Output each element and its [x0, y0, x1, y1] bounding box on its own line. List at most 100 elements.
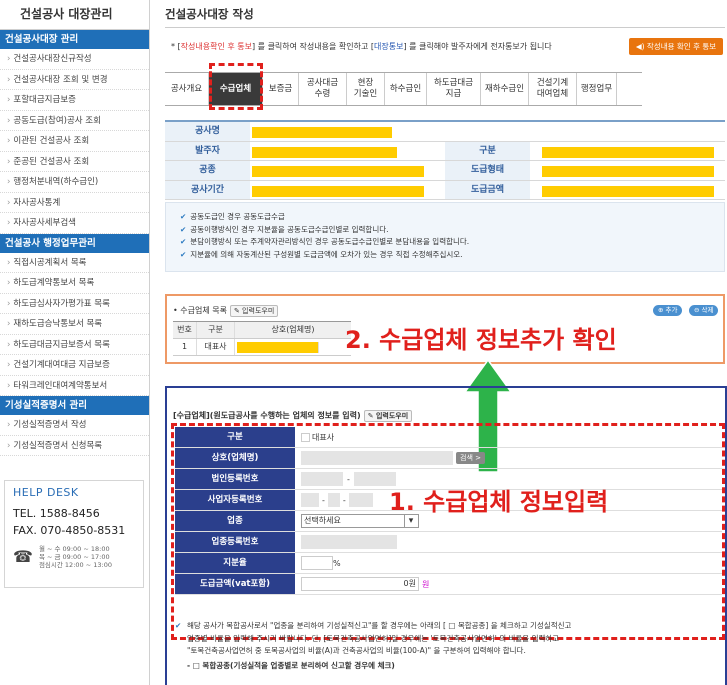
- sidebar-item[interactable]: 포할대금지급보증: [0, 90, 149, 111]
- sidebar: 건설공사 대장관리 건설공사대장 관리건설공사대장신규작성건설공사대장 조회 및…: [0, 0, 150, 685]
- sidebar-item[interactable]: 준공된 건설공사 조회: [0, 152, 149, 172]
- input-helper-button[interactable]: ✎ 입력도우미: [229, 305, 279, 317]
- sidebar-title: 건설공사 대장관리: [0, 0, 149, 30]
- redacted-value: [542, 146, 714, 158]
- summary-row: 공사기간 도급금액: [165, 180, 725, 200]
- redacted-value: [237, 342, 319, 353]
- company-table: 번호 구분 상호(업체명) 1 대표사: [173, 321, 351, 356]
- instr-mid: ] 를 클릭하여 작성내용을 확인하고 [: [252, 42, 374, 51]
- value-project-name: [250, 122, 725, 141]
- tab-4[interactable]: 현장 기술인: [347, 73, 385, 105]
- form-highlight-box: [171, 423, 725, 640]
- help-fax: FAX. 070-4850-8531: [13, 524, 126, 537]
- title-divider: [165, 27, 725, 28]
- sidebar-item[interactable]: 자사공사세부검색: [0, 213, 149, 234]
- confirm-notify-button[interactable]: ◀) 작성내용 확인 후 통보: [629, 38, 723, 55]
- annotation-step2: 2. 수급업체 정보추가 확인: [345, 326, 617, 354]
- value-subcontract-type: [530, 161, 725, 180]
- help-hours-line: 목 ~ 금 09:00 ~ 17:00: [38, 553, 110, 561]
- tab-2[interactable]: 보증금: [263, 73, 299, 105]
- sidebar-item[interactable]: 건설기계대여대금 지급보증: [0, 355, 149, 376]
- sidebar-item[interactable]: 건설공사대장신규작성: [0, 49, 149, 70]
- tab-7[interactable]: 재하수급인: [481, 73, 529, 105]
- summary-row: 공종 도급형태: [165, 161, 725, 181]
- form-helper-button[interactable]: ✎ 입력도우미: [363, 410, 413, 422]
- sidebar-item[interactable]: 건설공사대장 조회 및 변경: [0, 70, 149, 90]
- sidebar-item[interactable]: 재하도급승낙통보서 목록: [0, 314, 149, 335]
- tab-0[interactable]: 공사개요: [165, 73, 209, 105]
- instr-suffix: ] 를 클릭해야 발주자에게 전자통보가 됩니다: [403, 42, 552, 51]
- check-icon: ✔: [180, 212, 187, 221]
- sidebar-menu: 건설공사대장 관리건설공사대장신규작성건설공사대장 조회 및 변경포할대금지급보…: [0, 30, 149, 456]
- composite-work-checkbox[interactable]: - □ 복합공종(기성실적을 업종별로 분리하여 신고할 경우에 체크): [187, 660, 707, 673]
- note-text: 업종별 비율을 입력해 주시기 바랍니다. 단, [토목건축공사업면허]일 경우…: [187, 633, 560, 643]
- label-period: 공사기간: [165, 180, 250, 199]
- sidebar-item[interactable]: 공동도급(참여)공사 조회: [0, 111, 149, 131]
- sidebar-item[interactable]: 이관된 건설공사 조회: [0, 131, 149, 152]
- composite-note: ✔ 해당 공사가 복합공사로서 "업종을 분리하여 기성실적신고"를 할 경우에…: [175, 620, 707, 673]
- phone-icon: ☎: [13, 547, 33, 566]
- note-text: 분담이행방식 또는 주계약자관리방식인 경우 공동도급수급인별로 분담내용을 입…: [190, 237, 470, 246]
- tab-9[interactable]: 행정업무: [577, 73, 617, 105]
- note-line: ✔ 공동도급인 경우 공동도급수급: [180, 211, 724, 224]
- table-header: 번호 구분 상호(업체명): [173, 322, 351, 339]
- sidebar-item[interactable]: 하도급계약통보서 목록: [0, 273, 149, 294]
- help-hours-line: 점심시간 12:00 ~ 13:00: [38, 561, 112, 569]
- redacted-value: [252, 146, 397, 158]
- check-icon: ✔: [180, 237, 187, 246]
- sidebar-item[interactable]: 직접시공계획서 목록: [0, 253, 149, 273]
- note-text: 지분율에 의해 자동계산된 구성원별 도급금액에 오차가 있는 경우 직접 수정…: [190, 249, 463, 259]
- company-list-label: • 수급업체 목록 ✎ 입력도우미: [173, 305, 279, 317]
- note-text: 공동도급인 경우 공동도급수급: [190, 212, 285, 221]
- sidebar-section[interactable]: 건설공사 행정업무관리: [0, 233, 149, 253]
- sidebar-item[interactable]: 타워크레인대여계약통보서: [0, 376, 149, 396]
- label-work-type: 공종: [165, 161, 250, 180]
- sidebar-item[interactable]: 하도급심사자가평가표 목록: [0, 294, 149, 314]
- delete-company-button[interactable]: ⊖ 삭제: [689, 305, 719, 316]
- sidebar-item[interactable]: 기성실적증명서 작성: [0, 415, 149, 436]
- help-desk: HELP DESK TEL. 1588-8456 FAX. 070-4850-8…: [4, 480, 144, 588]
- form-title: [수급업체](원도급공사를 수행하는 업체의 정보를 입력) ✎ 입력도우미: [173, 410, 413, 422]
- tab-6[interactable]: 하도급대금 지급: [427, 73, 481, 105]
- redacted-value: [542, 166, 714, 177]
- value-client: [250, 142, 445, 161]
- app-root: 건설공사 대장관리 건설공사대장 관리건설공사대장신규작성건설공사대장 조회 및…: [0, 0, 727, 685]
- tab-5[interactable]: 하수급인: [385, 73, 427, 105]
- help-hours-line: 월 ~ 수 09:00 ~ 18:00: [38, 545, 110, 553]
- add-company-button[interactable]: ⊕ 추가: [653, 305, 683, 316]
- note-text: 공동이행방식인 경우 지분율을 공동도급수급인별로 입력합니다.: [190, 224, 389, 234]
- row-type: 대표사: [197, 339, 235, 355]
- sidebar-item[interactable]: 자사공사통계: [0, 193, 149, 213]
- active-tab-highlight: [209, 63, 263, 110]
- page-title: 건설공사대장 작성: [165, 7, 254, 21]
- form-title-text: [수급업체](원도급공사를 수행하는 업체의 정보를 입력): [173, 411, 361, 420]
- redacted-value: [252, 127, 392, 138]
- col-header: 구분: [197, 322, 235, 338]
- sidebar-item[interactable]: 행정처분내역(하수급인): [0, 172, 149, 193]
- help-desk-title: HELP DESK: [13, 486, 79, 499]
- label-subcontract-type: 도급형태: [445, 161, 530, 180]
- summary-row: 발주자 구분: [165, 141, 725, 161]
- instr-notify-link: 대장통보: [374, 42, 404, 51]
- tab-3[interactable]: 공사대금 수령: [299, 73, 347, 105]
- main-content: 건설공사대장 작성 * [작성내용확인 후 통보] 를 클릭하여 작성내용을 확…: [165, 0, 727, 685]
- company-form: [수급업체](원도급공사를 수행하는 업체의 정보를 입력) ✎ 입력도우미 구분…: [165, 386, 727, 685]
- note-text: "토목건축공사업면허 중 토목공사업의 비율(A)과 건축공사업의 비율(100…: [187, 646, 526, 655]
- value-contract-amount: [530, 181, 725, 200]
- tab-8[interactable]: 건설기계 대여업체: [529, 73, 577, 105]
- note-line: ✔ 지분율에 의해 자동계산된 구성원별 도급금액에 오차가 있는 경우 직접 수…: [180, 249, 724, 262]
- sidebar-item[interactable]: 하도급대금지급보증서 목록: [0, 335, 149, 355]
- check-icon: ✔: [180, 249, 187, 259]
- row-no: 1: [173, 339, 197, 355]
- check-icon: ✔: [180, 224, 187, 234]
- label-contract-amount: 도급금액: [445, 180, 530, 199]
- sidebar-section[interactable]: 기성실적증명서 관리: [0, 396, 149, 415]
- note-line: ✔ 분담이행방식 또는 주계약자관리방식인 경우 공동도급수급인별로 분담내용을 …: [180, 236, 724, 249]
- check-icon: ✔: [175, 621, 182, 630]
- note-text: 해당 공사가 복합공사로서 "업종을 분리하여 기성실적신고"를 할 경우에는 …: [187, 621, 572, 630]
- sidebar-item[interactable]: 기성실적증명서 신청목록: [0, 436, 149, 456]
- table-row[interactable]: 1 대표사: [173, 339, 351, 356]
- sidebar-section[interactable]: 건설공사대장 관리: [0, 30, 149, 49]
- value-category: [530, 142, 725, 161]
- col-header: 번호: [173, 322, 197, 338]
